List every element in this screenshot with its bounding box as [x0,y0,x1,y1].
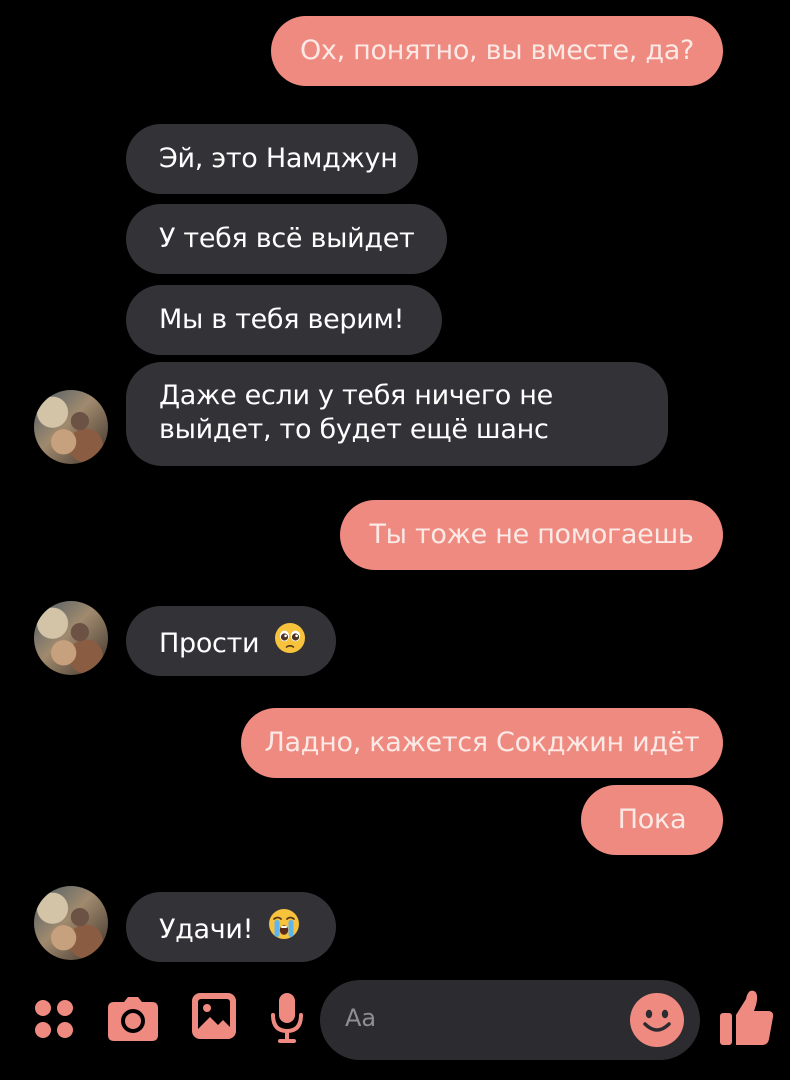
chat-screen: Ох, понятно, вы вместе, да? Эй, это Намд… [0,0,790,1080]
incoming-message[interactable]: У тебя всё выйдет [126,204,447,274]
message-text: Эй, это Намджун [159,143,398,174]
smile-icon[interactable] [630,993,684,1047]
message-text: Ты тоже не помогаешь [369,519,694,550]
contact-avatar[interactable] [34,601,108,675]
thumbs-up-icon[interactable] [718,987,774,1047]
message-text: Мы в тебя верим! [159,304,405,335]
message-input[interactable]: Aa [320,980,700,1060]
camera-icon[interactable] [108,997,158,1041]
incoming-message[interactable]: Мы в тебя верим! [126,285,442,355]
image-icon[interactable] [192,993,236,1039]
message-text: Пока [617,804,687,835]
contact-avatar[interactable] [34,390,108,464]
message-text: У тебя всё выйдет [159,223,415,254]
incoming-message[interactable]: Удачи! [126,892,336,962]
message-composer: Aa [0,975,790,1075]
incoming-message[interactable]: Даже если у тебя ничего не выйдет, то бу… [126,362,668,466]
message-input-placeholder: Aa [345,1004,377,1032]
crying-face-emoji [268,908,300,949]
message-text: Ох, понятно, вы вместе, да? [299,35,695,66]
message-text: Ладно, кажется Сокджин идёт [264,727,700,758]
outgoing-message[interactable]: Ты тоже не помогаешь [340,500,723,570]
outgoing-message[interactable]: Ох, понятно, вы вместе, да? [271,16,723,86]
outgoing-message[interactable]: Пока [581,785,723,855]
contact-avatar[interactable] [34,886,108,960]
message-text: Прости [159,628,260,659]
incoming-message[interactable]: Эй, это Намджун [126,124,418,194]
incoming-message[interactable]: Прости [126,606,336,676]
message-text-line: выйдет, то будет ещё шанс [159,414,549,445]
menu-dots-icon[interactable] [34,999,74,1039]
message-text-line: Даже если у тебя ничего не [159,380,553,411]
microphone-icon[interactable] [270,993,304,1045]
outgoing-message[interactable]: Ладно, кажется Сокджин идёт [241,708,723,778]
pleading-face-emoji [274,622,306,663]
message-text: Удачи! [159,914,254,945]
